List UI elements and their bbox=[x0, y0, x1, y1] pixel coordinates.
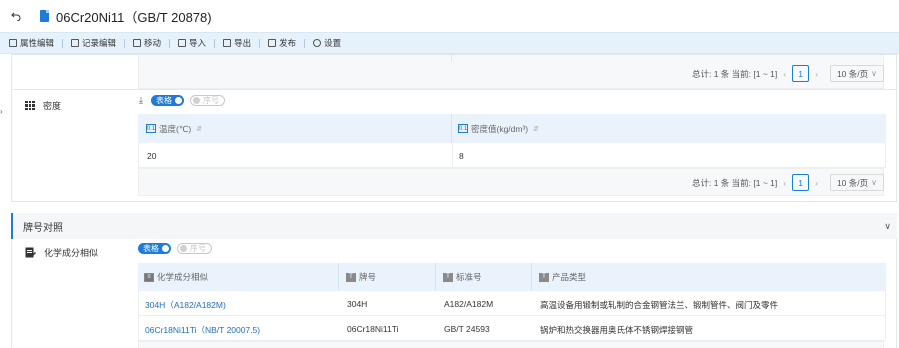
product-type-cell: 锅炉和热交换器用奥氏体不锈钢焊接钢管 bbox=[540, 325, 694, 335]
sort-icon[interactable]: ⇵ bbox=[196, 125, 202, 133]
page-title: 06Cr20Ni11（GB/T 20878) bbox=[56, 9, 212, 25]
column-header-density[interactable]: 0.1 密度值(kg/dm³) ⇵ bbox=[458, 123, 539, 135]
number-column-icon: 0.1 bbox=[146, 124, 156, 133]
text-column-icon: T bbox=[539, 272, 549, 282]
similar-grade-link[interactable]: 06Cr18Ni11Ti（NB/T 20007.5) bbox=[145, 324, 260, 336]
grade-comparison-section-header[interactable]: 牌号对照 ∨ bbox=[11, 213, 897, 239]
title-bar: 06Cr20Ni11（GB/T 20878) bbox=[0, 0, 899, 32]
edit-icon bbox=[9, 39, 17, 47]
chem-similar-card: 化学成分相似 表格 序号 ≡ 化学成分相似 T 牌号 T 标准号 T 产品类型 304H… bbox=[11, 239, 897, 348]
pagination-summary: 总计: 1 条 当前: [1 ~ 1] bbox=[692, 68, 778, 79]
table-toggle[interactable]: 表格 bbox=[150, 95, 184, 106]
next-page-icon[interactable]: › bbox=[815, 178, 818, 188]
table-icon bbox=[25, 101, 35, 110]
gear-icon bbox=[313, 39, 322, 47]
toolbar-divider bbox=[62, 38, 64, 48]
import-button[interactable]: 导入 bbox=[178, 37, 206, 49]
previous-table-card: 总计: 1 条 当前: [1 ~ 1] ‹ 1 › 10 条/页 ∨ bbox=[11, 54, 897, 90]
prev-page-icon[interactable]: ‹ bbox=[783, 178, 786, 188]
chevron-down-icon: ∨ bbox=[871, 178, 877, 187]
publish-button[interactable]: 发布 bbox=[268, 37, 296, 49]
move-icon bbox=[133, 39, 142, 47]
prev-page-icon[interactable]: ‹ bbox=[783, 69, 786, 79]
pagination-summary: 总计: 1 条 当前: [1 ~ 1] bbox=[692, 177, 778, 188]
page-number[interactable]: 1 bbox=[792, 174, 810, 191]
back-icon[interactable] bbox=[9, 9, 23, 23]
table-row: 20 8 bbox=[138, 143, 886, 168]
index-toggle[interactable]: 序号 bbox=[189, 95, 225, 106]
column-header-temperature[interactable]: 0.1 温度(℃) ⇵ bbox=[146, 123, 202, 135]
chevron-down-icon[interactable]: ∨ bbox=[884, 221, 891, 232]
product-type-cell: 高温设备用锻制或轧制的合金钢管法兰、锻制管件、阀门及零件 bbox=[540, 300, 779, 310]
density-table-header: 0.1 温度(℃) ⇵ 0.1 密度值(kg/dm³) ⇵ bbox=[138, 114, 886, 143]
chem-controls: 表格 序号 bbox=[138, 243, 212, 254]
toolbar-divider bbox=[124, 38, 126, 48]
index-toggle[interactable]: 序号 bbox=[177, 243, 212, 254]
standard-cell: A182/A182M bbox=[444, 299, 494, 309]
pagination: 总计: 1 条 当前: [1 ~ 1] ‹ 1 › 10 条/页 ∨ bbox=[692, 174, 884, 191]
chem-table-header: ≡ 化学成分相似 T 牌号 T 标准号 T 产品类型 bbox=[138, 263, 886, 291]
number-column-icon: 0.1 bbox=[458, 124, 468, 133]
page-size-select[interactable]: 10 条/页 ∨ bbox=[829, 174, 884, 191]
density-value-cell: 8 bbox=[459, 151, 464, 161]
column-divider bbox=[451, 55, 452, 61]
pager-bar bbox=[138, 341, 884, 348]
next-page-icon[interactable]: › bbox=[815, 69, 818, 79]
column-header-grade[interactable]: T 牌号 bbox=[346, 271, 376, 283]
import-icon bbox=[178, 39, 187, 47]
pagination: 总计: 1 条 当前: [1 ~ 1] ‹ 1 › 10 条/页 ∨ bbox=[692, 65, 884, 82]
density-card: 密度 ⤓ 表格 序号 0.1 温度(℃) ⇵ 0.1 密度值(kg/dm³) ⇵ 20 … bbox=[11, 90, 897, 202]
toolbar-divider bbox=[169, 38, 171, 48]
table-toggle[interactable]: 表格 bbox=[138, 243, 171, 254]
text-column-icon: T bbox=[443, 272, 453, 282]
temperature-cell: 20 bbox=[147, 151, 157, 161]
export-button[interactable]: 导出 bbox=[223, 37, 251, 49]
toolbar-divider bbox=[304, 38, 306, 48]
column-header-similar[interactable]: ≡ 化学成分相似 bbox=[144, 271, 208, 283]
toolbar-divider bbox=[259, 38, 261, 48]
chevron-down-icon: ∨ bbox=[871, 69, 877, 78]
collapse-handle-icon[interactable]: › bbox=[0, 107, 3, 117]
text-column-icon: T bbox=[346, 272, 356, 282]
density-controls: ⤓ 表格 序号 bbox=[139, 95, 225, 106]
chem-similar-label: 化学成分相似 bbox=[25, 246, 98, 259]
page-number[interactable]: 1 bbox=[792, 65, 810, 82]
density-label: 密度 bbox=[25, 99, 61, 112]
settings-button[interactable]: 设置 bbox=[313, 37, 341, 49]
publish-icon bbox=[268, 39, 277, 47]
column-header-product-type[interactable]: T 产品类型 bbox=[539, 271, 586, 283]
sort-icon[interactable]: ⇵ bbox=[533, 125, 539, 133]
export-icon bbox=[223, 39, 232, 47]
move-button[interactable]: 移动 bbox=[133, 37, 161, 49]
similar-grade-link[interactable]: 304H（A182/A182M) bbox=[145, 299, 226, 311]
edit-properties-button[interactable]: 属性编辑 bbox=[9, 37, 54, 49]
list-icon: ≡ bbox=[144, 272, 154, 282]
standard-cell: GB/T 24593 bbox=[444, 324, 490, 334]
edit-icon bbox=[71, 39, 80, 47]
column-header-standard[interactable]: T 标准号 bbox=[443, 271, 482, 283]
toolbar-divider bbox=[214, 38, 216, 48]
toolbar: 属性编辑 记录编辑 移动 导入 导出 发布 设置 bbox=[0, 32, 899, 54]
page-size-select[interactable]: 10 条/页 ∨ bbox=[829, 65, 884, 82]
table-row: 304H（A182/A182M) 304H A182/A182M 高温设备用锻制… bbox=[138, 291, 886, 316]
grade-cell: 304H bbox=[347, 299, 368, 309]
table-row: 06Cr18Ni11Ti（NB/T 20007.5) 06Cr18Ni11Ti … bbox=[138, 316, 886, 341]
document-icon bbox=[40, 10, 49, 22]
download-icon[interactable]: ⤓ bbox=[139, 95, 143, 106]
edit-records-button[interactable]: 记录编辑 bbox=[71, 37, 116, 49]
grade-cell: 06Cr18Ni11Ti bbox=[347, 324, 399, 334]
section-title: 牌号对照 bbox=[23, 222, 63, 234]
list-edit-icon bbox=[25, 247, 36, 258]
